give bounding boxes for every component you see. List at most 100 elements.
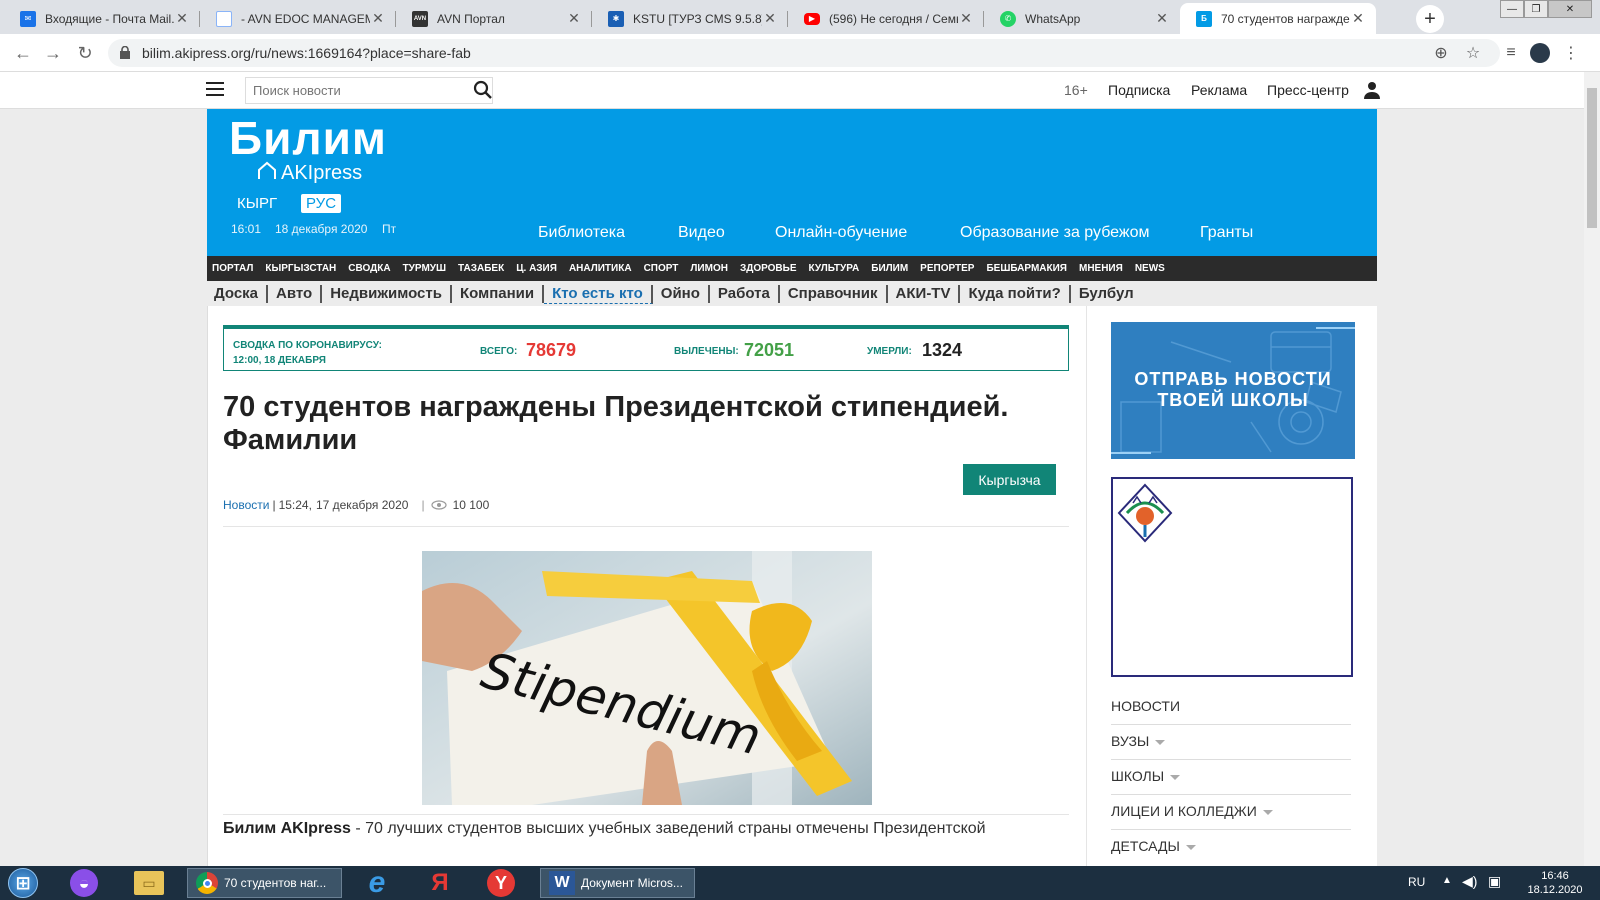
close-icon[interactable]: ✕	[566, 10, 582, 27]
nav-where-to-go[interactable]: Куда пойти?	[960, 285, 1071, 303]
input-language[interactable]: RU	[1408, 875, 1425, 889]
media-queue-icon[interactable]: ≡	[1500, 42, 1522, 64]
page-scrollbar[interactable]	[1584, 72, 1600, 866]
start-button[interactable]: ⊞	[8, 868, 38, 898]
tab-edoc[interactable]: - AVN EDOC MANAGEMENT ✕	[200, 3, 396, 34]
hamburger-menu-icon[interactable]	[206, 82, 224, 98]
add-to-home-icon[interactable]: ⊕	[1430, 42, 1452, 64]
nav-aki-tv[interactable]: АКИ-TV	[888, 285, 961, 303]
nav-bulbul[interactable]: Булбул	[1071, 285, 1142, 303]
nav-reporter[interactable]: РЕПОРТЕР	[920, 263, 974, 274]
alice-icon: ◒	[70, 869, 98, 897]
lang-kyrgyz-link[interactable]: КЫРГ	[237, 195, 277, 212]
bookmark-star-icon[interactable]: ☆	[1462, 42, 1484, 64]
advertising-link[interactable]: Реклама	[1191, 82, 1247, 98]
search-icon[interactable]	[473, 80, 493, 100]
school-logo-ad[interactable]	[1111, 477, 1353, 677]
nav-auto[interactable]: Авто	[268, 285, 323, 303]
address-bar[interactable]: bilim.akipress.org/ru/news:1669164?place…	[108, 39, 1500, 67]
nav-turmush[interactable]: ТУРМУШ	[403, 263, 446, 274]
explorer-app-button[interactable]: ▭	[134, 868, 164, 898]
reload-button[interactable]: ↻	[74, 42, 96, 64]
user-icon[interactable]	[1363, 81, 1381, 99]
close-icon[interactable]: ✕	[958, 10, 974, 27]
tab-avn-portal[interactable]: AVN AVN Портал ✕	[396, 3, 592, 34]
new-tab-button[interactable]: +	[1416, 5, 1444, 33]
send-school-news-banner[interactable]: ОТПРАВЬ НОВОСТИ ТВОЕЙ ШКОЛЫ	[1111, 322, 1355, 459]
site-logo[interactable]: Билим	[229, 111, 387, 165]
covid-total-label: ВСЕГО:	[480, 346, 518, 357]
nav-realty[interactable]: Недвижимость	[322, 285, 452, 303]
lang-russian-link[interactable]: РУС	[301, 194, 342, 213]
yandex-app-button[interactable]: Я	[425, 868, 455, 898]
article-category-link[interactable]: Новости	[223, 498, 269, 512]
maximize-button[interactable]: ❐	[1524, 0, 1548, 18]
minimize-button[interactable]: —	[1500, 0, 1524, 18]
tray-expand-icon[interactable]: ▲	[1442, 875, 1452, 886]
nav-kyrgyzstan[interactable]: КЫРГЫЗСТАН	[265, 263, 336, 274]
menu-online-learning[interactable]: Онлайн-обучение	[775, 224, 907, 242]
close-icon[interactable]: ✕	[1350, 10, 1366, 27]
profile-avatar[interactable]	[1530, 43, 1550, 63]
nav-analytics[interactable]: АНАЛИТИКА	[569, 263, 632, 274]
nav-beshbarmakiya[interactable]: БЕШБАРМАКИЯ	[986, 263, 1067, 274]
menu-video[interactable]: Видео	[678, 224, 725, 242]
forward-button[interactable]: →	[42, 42, 64, 64]
close-icon[interactable]: ✕	[174, 10, 190, 27]
sidebar-cat-kindergartens[interactable]: ДЕТСАДЫ	[1111, 830, 1351, 865]
volume-icon[interactable]: ◀)	[1462, 873, 1477, 890]
tab-whatsapp[interactable]: ✆ WhatsApp ✕	[984, 3, 1180, 34]
nav-companies[interactable]: Компании	[452, 285, 545, 303]
sidebar-cat-schools[interactable]: ШКОЛЫ	[1111, 760, 1351, 795]
nav-news[interactable]: NEWS	[1135, 263, 1165, 274]
kyrgyz-version-button[interactable]: Кыргызча	[963, 464, 1056, 495]
subscribe-link[interactable]: Подписка	[1108, 82, 1170, 98]
sidebar-cat-lyceums[interactable]: ЛИЦЕИ И КОЛЛЕДЖИ	[1111, 795, 1351, 830]
press-center-link[interactable]: Пресс-центр	[1267, 82, 1349, 98]
nav-central-asia[interactable]: Ц. АЗИЯ	[516, 263, 557, 274]
site-logo-sub: AKIpress	[281, 162, 363, 184]
ie-app-button[interactable]: e	[362, 866, 392, 899]
word-taskbar-button[interactable]: W Документ Micros...	[540, 868, 695, 898]
close-icon[interactable]: ✕	[370, 10, 386, 27]
nav-tazabek[interactable]: ТАЗАБЕК	[458, 263, 504, 274]
alice-app-button[interactable]: ◒	[70, 868, 98, 898]
menu-library[interactable]: Библиотека	[538, 224, 625, 242]
menu-study-abroad[interactable]: Образование за рубежом	[960, 224, 1150, 242]
system-clock[interactable]: 16:46 18.12.2020	[1520, 869, 1590, 897]
nav-svodka[interactable]: СВОДКА	[348, 263, 390, 274]
nav-opinions[interactable]: МНЕНИЯ	[1079, 263, 1123, 274]
back-button[interactable]: ←	[12, 42, 34, 64]
site-header: Билим AKIpress КЫРГ РУС 16:01 18 декабря…	[207, 109, 1377, 256]
nav-culture[interactable]: КУЛЬТУРА	[809, 263, 860, 274]
nav-portal[interactable]: ПОРТАЛ	[212, 263, 253, 274]
nav-who-is-who[interactable]: Кто есть кто	[544, 284, 653, 304]
nav-doska[interactable]: Доска	[207, 285, 269, 303]
nav-limon[interactable]: ЛИМОН	[690, 263, 728, 274]
sidebar-cat-news[interactable]: НОВОСТИ	[1111, 690, 1351, 725]
nav-sport[interactable]: СПОРТ	[644, 263, 679, 274]
tab-youtube[interactable]: ▶ (596) Не сегодня / Семья ✕	[788, 3, 984, 34]
chrome-taskbar-button[interactable]: 70 студентов наг...	[187, 868, 342, 898]
network-icon[interactable]: ▣	[1488, 873, 1501, 890]
tab-bilim-active[interactable]: Б 70 студентов награждены ✕	[1180, 3, 1376, 34]
covid-recovered-label: ВЫЛЕЧЕНЫ:	[674, 346, 739, 357]
sidebar-cat-label: ДЕТСАДЫ	[1111, 838, 1180, 854]
nav-directory[interactable]: Справочник	[780, 285, 888, 303]
sidebar-cat-universities[interactable]: ВУЗЫ	[1111, 725, 1351, 760]
nav-oyno[interactable]: Ойно	[653, 285, 710, 303]
search-input[interactable]	[245, 77, 493, 104]
clock-time: 16:46	[1541, 870, 1569, 882]
menu-icon[interactable]: ⋮	[1560, 42, 1582, 64]
nav-jobs[interactable]: Работа	[710, 285, 780, 303]
yandex-browser-button[interactable]: Y	[487, 868, 515, 898]
nav-bilim[interactable]: БИЛИМ	[871, 263, 908, 274]
close-window-button[interactable]: ✕	[1548, 0, 1592, 18]
tab-kstu[interactable]: ✱ KSTU [ТУРЗ CMS 9.5.8] ✕	[592, 3, 788, 34]
tab-mail[interactable]: ✉ Входящие - Почта Mail.ru ✕	[4, 3, 200, 34]
close-icon[interactable]: ✕	[1154, 10, 1170, 27]
close-icon[interactable]: ✕	[762, 10, 778, 27]
scrollbar-thumb[interactable]	[1587, 88, 1597, 228]
menu-grants[interactable]: Гранты	[1200, 224, 1253, 242]
nav-health[interactable]: ЗДОРОВЬЕ	[740, 263, 797, 274]
